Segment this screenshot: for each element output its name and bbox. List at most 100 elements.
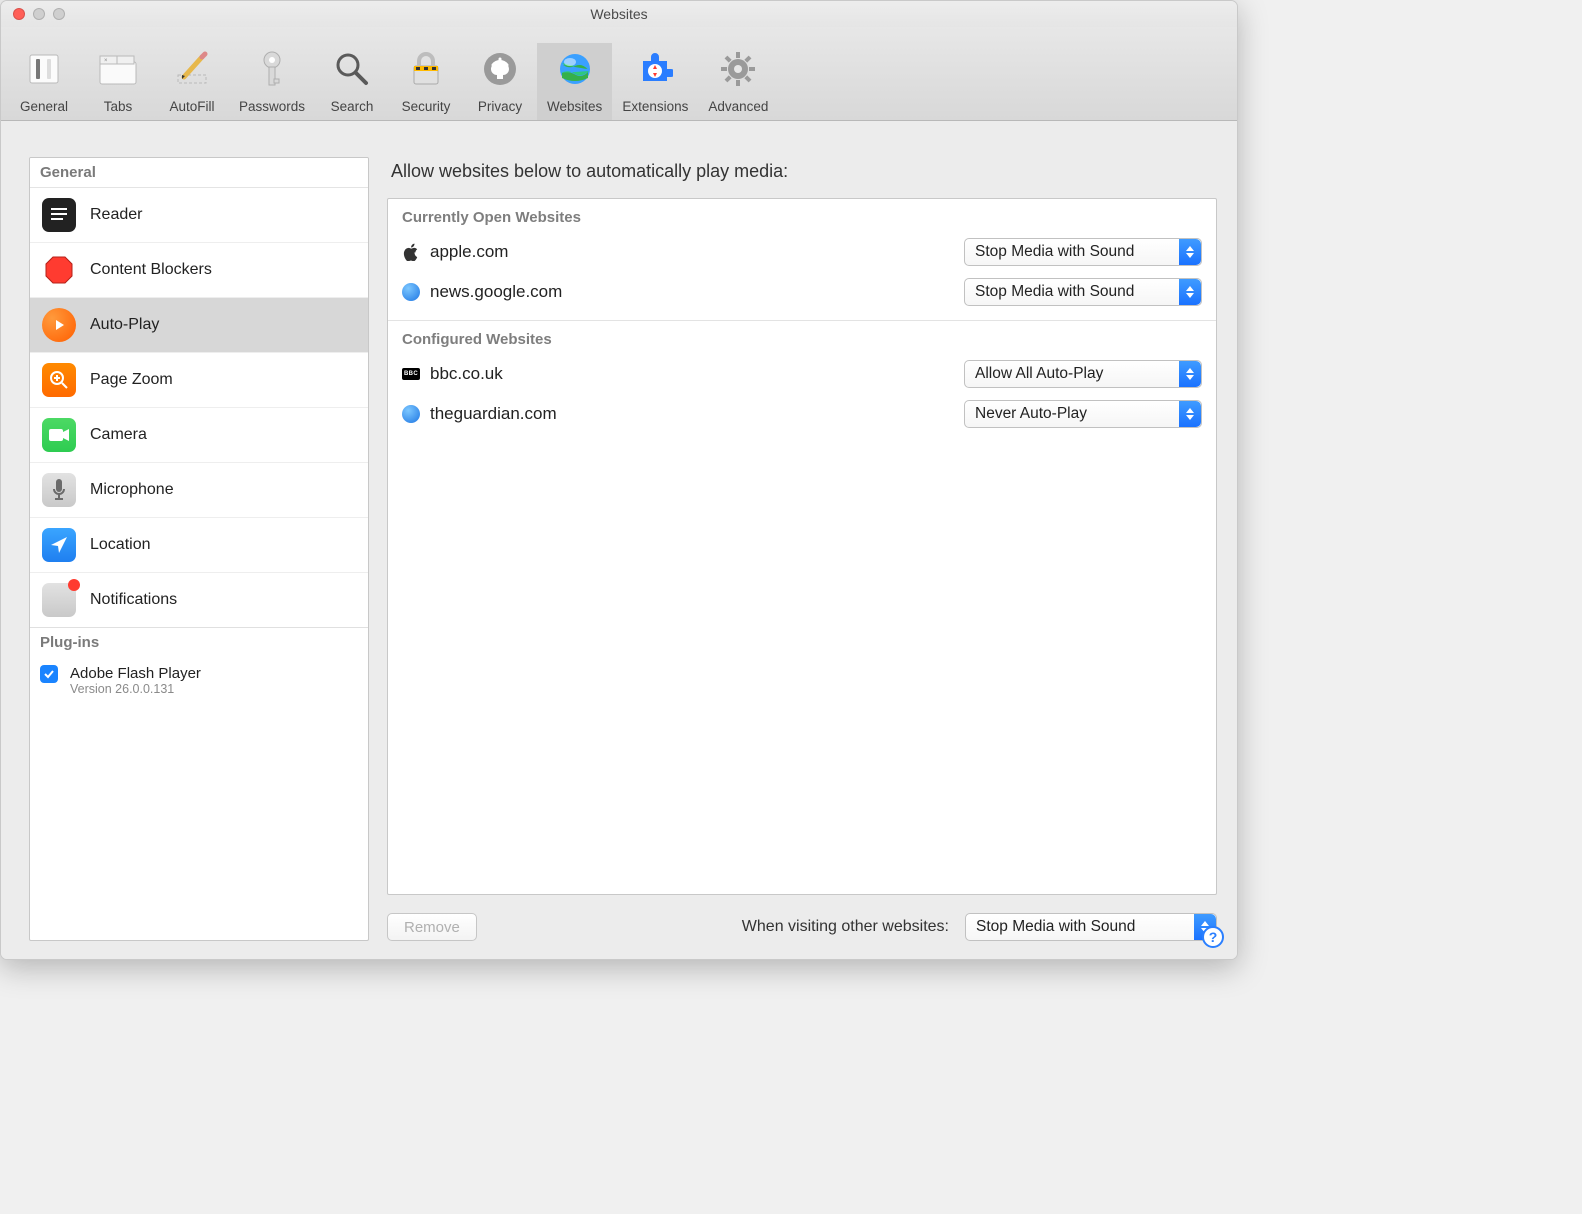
remove-label: Remove (404, 919, 460, 936)
toolbar-label: General (20, 99, 68, 114)
toolbar-tab-autofill[interactable]: AutoFill (155, 43, 229, 120)
stop-icon (42, 253, 76, 287)
toolbar-label: Privacy (478, 99, 522, 114)
sidebar-item-label: Page Zoom (90, 371, 173, 389)
site-row[interactable]: news.google.com Stop Media with Sound (388, 272, 1216, 312)
websites-table: Currently Open Websites apple.com Stop M… (387, 198, 1217, 895)
toolbar-label: Websites (547, 99, 602, 114)
main-title: Allow websites below to automatically pl… (387, 157, 1217, 198)
sidebar-item-label: Auto-Play (90, 316, 159, 334)
preferences-toolbar: General × Tabs AutoFill Passwords Search (1, 27, 1237, 121)
site-row[interactable]: apple.com Stop Media with Sound (388, 232, 1216, 272)
site-host: bbc.co.uk (430, 364, 503, 384)
group-configured-header: Configured Websites (388, 320, 1216, 354)
reader-icon (42, 198, 76, 232)
site-host: theguardian.com (430, 404, 557, 424)
plugin-name: Adobe Flash Player (70, 665, 201, 682)
play-icon (42, 308, 76, 342)
select-stepper-icon (1179, 361, 1201, 387)
sidebar-item-label: Notifications (90, 591, 177, 609)
sidebar-item-content-blockers[interactable]: Content Blockers (30, 243, 368, 298)
toolbar-tab-privacy[interactable]: Privacy (463, 43, 537, 120)
toolbar-tab-general[interactable]: General (7, 43, 81, 120)
titlebar: Websites (1, 1, 1237, 27)
sidebar-item-auto-play[interactable]: Auto-Play (30, 298, 368, 353)
key-icon (250, 47, 294, 91)
toolbar-tab-passwords[interactable]: Passwords (229, 43, 315, 120)
toolbar-label: Search (331, 99, 374, 114)
preferences-window: Websites General × Tabs AutoFill Pas (0, 0, 1238, 960)
toolbar-label: Extensions (622, 99, 688, 114)
bbc-favicon: BBC (402, 368, 420, 380)
toolbar-label: Security (402, 99, 451, 114)
sidebar-item-label: Camera (90, 426, 147, 444)
site-host: apple.com (430, 242, 508, 262)
sidebar-item-label: Microphone (90, 481, 174, 499)
toolbar-label: Advanced (708, 99, 768, 114)
footer-row: Remove When visiting other websites: Sto… (387, 895, 1217, 941)
others-policy-select[interactable]: Stop Media with Sound (965, 913, 1217, 941)
lock-icon (404, 47, 448, 91)
sidebar-list: Reader Content Blockers Auto-Play (30, 187, 368, 627)
location-icon (42, 528, 76, 562)
toolbar-tab-tabs[interactable]: × Tabs (81, 43, 155, 120)
select-stepper-icon (1179, 279, 1201, 305)
privacy-icon (478, 47, 522, 91)
toolbar-tab-advanced[interactable]: Advanced (698, 43, 778, 120)
sidebar-section-plugins: Plug-ins (30, 627, 368, 657)
group-open-header: Currently Open Websites (388, 199, 1216, 232)
window-title: Websites (1, 6, 1237, 22)
extensions-icon (633, 47, 677, 91)
sidebar-item-page-zoom[interactable]: Page Zoom (30, 353, 368, 408)
policy-value: Stop Media with Sound (975, 283, 1179, 301)
policy-select[interactable]: Stop Media with Sound (964, 238, 1202, 266)
globe-favicon (402, 405, 420, 423)
select-stepper-icon (1179, 401, 1201, 427)
sidebar: General Reader Content Blockers (29, 157, 369, 941)
toolbar-tab-search[interactable]: Search (315, 43, 389, 120)
remove-button[interactable]: Remove (387, 913, 477, 941)
help-button[interactable]: ? (1202, 926, 1224, 948)
others-label: When visiting other websites: (493, 918, 949, 936)
tabs-icon: × (96, 47, 140, 91)
toolbar-tab-websites[interactable]: Websites (537, 43, 612, 120)
policy-select[interactable]: Never Auto-Play (964, 400, 1202, 428)
site-row[interactable]: theguardian.com Never Auto-Play (388, 394, 1216, 434)
policy-select[interactable]: Stop Media with Sound (964, 278, 1202, 306)
policy-value: Never Auto-Play (975, 405, 1179, 423)
sidebar-item-location[interactable]: Location (30, 518, 368, 573)
globe-icon (553, 47, 597, 91)
sidebar-item-label: Reader (90, 206, 142, 224)
sidebar-item-microphone[interactable]: Microphone (30, 463, 368, 518)
autofill-icon (170, 47, 214, 91)
svg-text:×: × (104, 58, 108, 64)
select-stepper-icon (1179, 239, 1201, 265)
sidebar-item-camera[interactable]: Camera (30, 408, 368, 463)
plugin-meta: Adobe Flash Player Version 26.0.0.131 (70, 665, 201, 696)
sidebar-section-general: General (30, 158, 368, 187)
sidebar-item-label: Content Blockers (90, 261, 212, 279)
toolbar-label: AutoFill (169, 99, 214, 114)
search-icon (330, 47, 374, 91)
policy-value: Allow All Auto-Play (975, 365, 1179, 383)
microphone-icon (42, 473, 76, 507)
sidebar-item-reader[interactable]: Reader (30, 188, 368, 243)
apple-favicon (402, 243, 420, 261)
toolbar-label: Tabs (104, 99, 133, 114)
policy-value: Stop Media with Sound (975, 243, 1179, 261)
plugin-checkbox[interactable] (40, 665, 58, 683)
plugin-row[interactable]: Adobe Flash Player Version 26.0.0.131 (30, 657, 368, 704)
globe-favicon (402, 283, 420, 301)
body: General Reader Content Blockers (1, 121, 1237, 959)
sidebar-item-notifications[interactable]: Notifications (30, 573, 368, 627)
gear-icon (716, 47, 760, 91)
toolbar-tab-extensions[interactable]: Extensions (612, 43, 698, 120)
main-panel: Allow websites below to automatically pl… (385, 157, 1219, 941)
toolbar-label: Passwords (239, 99, 305, 114)
sidebar-item-label: Location (90, 536, 151, 554)
others-policy-value: Stop Media with Sound (976, 918, 1194, 936)
toolbar-tab-security[interactable]: Security (389, 43, 463, 120)
zoom-icon (42, 363, 76, 397)
policy-select[interactable]: Allow All Auto-Play (964, 360, 1202, 388)
site-row[interactable]: BBC bbc.co.uk Allow All Auto-Play (388, 354, 1216, 394)
